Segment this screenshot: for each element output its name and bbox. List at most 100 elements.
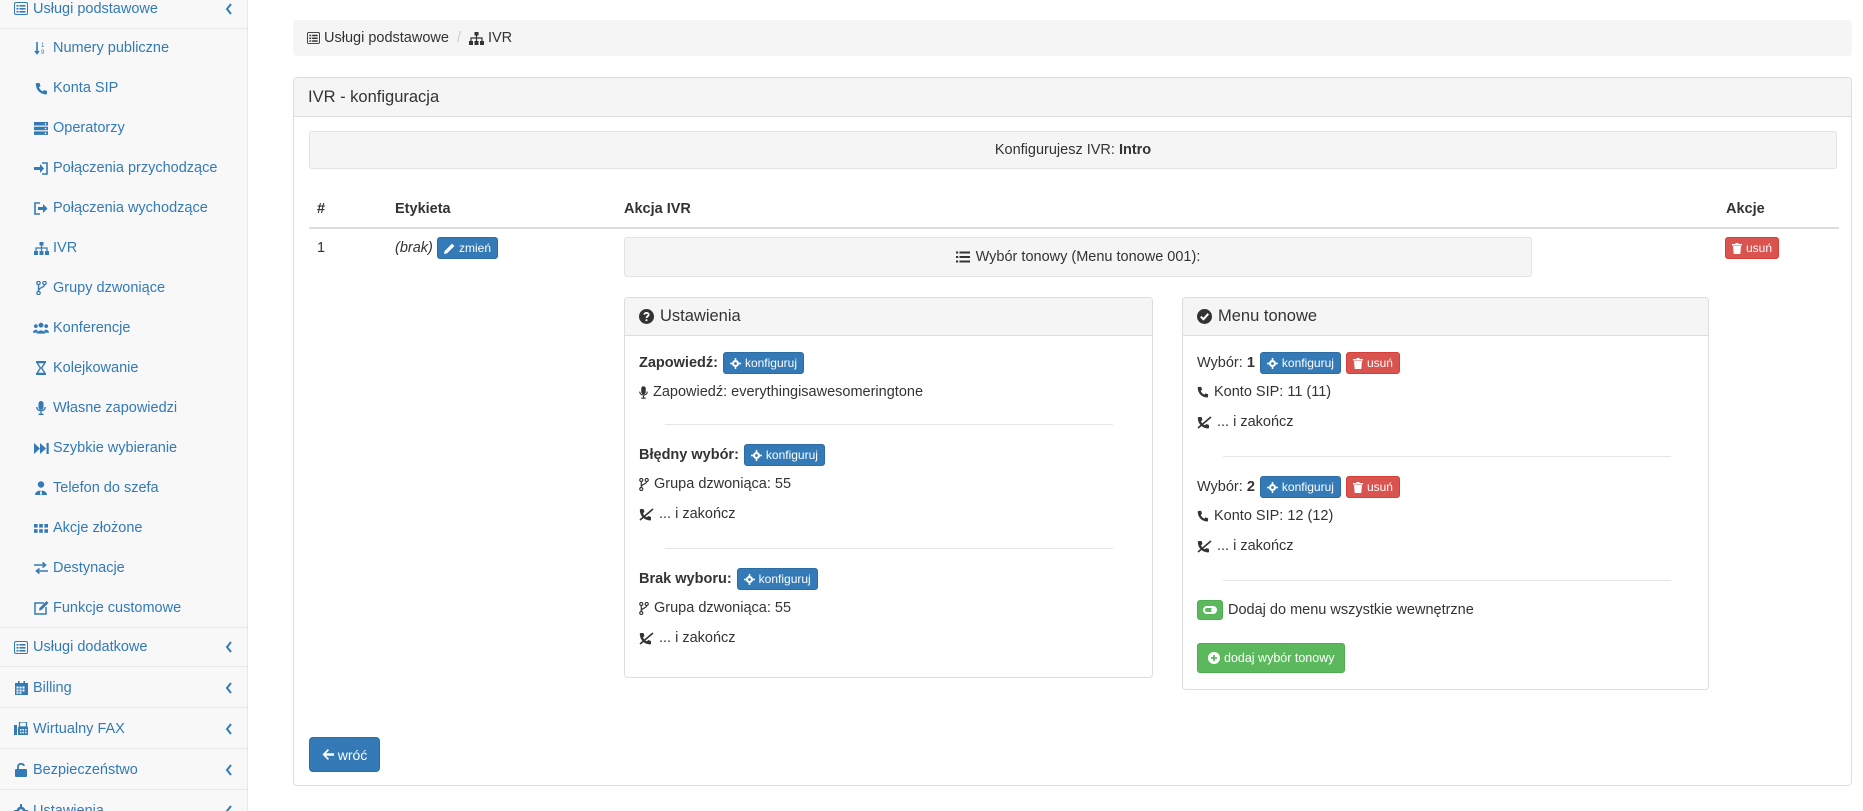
- no-choice-label: Brak wyboru:: [639, 571, 732, 587]
- tone-choice-2-end: ... i zakończ: [1217, 538, 1294, 554]
- cog-icon: [750, 449, 762, 461]
- add-all-internal-row: Dodaj do menu wszystkie wewnętrzne: [1197, 600, 1474, 620]
- add-tone-choice-button[interactable]: dodaj wybór tonowy: [1197, 643, 1346, 673]
- sidebar-group-label: Billing: [33, 679, 72, 696]
- choice-digit: 1: [1246, 355, 1255, 371]
- sidebar-item-label: Funkcje customowe: [53, 600, 182, 616]
- configure-announcement-button[interactable]: konfiguruj: [722, 352, 804, 374]
- unlock-icon: [13, 762, 29, 778]
- trash-icon: [1352, 481, 1363, 493]
- sidebar-group-label: Usługi podstawowe: [33, 0, 158, 17]
- chevron-left-icon: [225, 641, 233, 653]
- configure-no-choice-button[interactable]: konfiguruj: [736, 568, 818, 590]
- sidebar-item-kolejkowanie[interactable]: Kolejkowanie: [0, 348, 247, 388]
- sidebar-item-telefon-do-szefa[interactable]: Telefon do szefa: [0, 468, 247, 508]
- column-header-action: Akcja IVR: [624, 201, 691, 217]
- chevron-left-icon: [225, 2, 233, 15]
- cog-icon: [13, 803, 29, 811]
- tone-choice-1-end-row: ... i zakończ: [1197, 414, 1294, 430]
- add-tone-choice-button-text: dodaj wybór tonowy: [1224, 650, 1335, 665]
- phone-hangup-icon: [1197, 539, 1212, 553]
- question-circle-icon: [639, 309, 654, 324]
- phone-hangup-icon: [1197, 415, 1212, 429]
- check-circle-icon: [1197, 309, 1212, 324]
- configure-choice-2-button[interactable]: konfiguruj: [1259, 476, 1341, 498]
- sidebar-item-destynacje[interactable]: Destynacje: [0, 548, 247, 588]
- breadcrumb-separator: /: [456, 30, 461, 46]
- configure-button-text: konfiguruj: [765, 448, 818, 462]
- delete-choice-1-button[interactable]: usuń: [1345, 352, 1400, 374]
- delete-button-text: usuń: [1366, 356, 1393, 370]
- list-alt-icon: [307, 32, 320, 44]
- configure-wrong-choice-button[interactable]: konfiguruj: [743, 444, 825, 466]
- no-choice-row: Brak wyboru: konfiguruj: [639, 568, 818, 590]
- sitemap-icon: [33, 240, 49, 256]
- sidebar-item-konferencje[interactable]: Konferencje: [0, 308, 247, 348]
- cog-icon: [1266, 481, 1278, 493]
- sidebar-group-wirtualny-fax[interactable]: Wirtualny FAX: [0, 709, 247, 749]
- sidebar-item-polaczenia-wychodzace[interactable]: Połączenia wychodzące: [0, 188, 247, 228]
- svg-text:9: 9: [41, 50, 45, 55]
- sidebar-group-bezpieczenstwo[interactable]: Bezpieczeństwo: [0, 750, 247, 790]
- announcement-label: Zapowiedź:: [639, 355, 718, 371]
- list-icon: [955, 251, 970, 263]
- configure-choice-1-button[interactable]: konfiguruj: [1259, 352, 1341, 374]
- sign-in-icon: [33, 160, 49, 176]
- fast-forward-icon: [33, 440, 49, 456]
- sidebar: Usługi podstawowe 19 Numery publiczne Ko…: [0, 0, 248, 811]
- wrong-choice-row: Błędny wybór: konfiguruj: [639, 444, 825, 466]
- breadcrumb-item-uslugi-podstawowe[interactable]: Usługi podstawowe: [324, 30, 449, 46]
- sidebar-item-funkcje-customowe[interactable]: Funkcje customowe: [0, 588, 247, 628]
- sidebar-item-grupy-dzwoniace[interactable]: Grupy dzwoniące: [0, 268, 247, 308]
- tone-menu-panel-title: Menu tonowe: [1218, 307, 1318, 325]
- announcement-value-row: Zapowiedź: everythingisawesomeringtone: [639, 384, 923, 400]
- add-all-internal-toggle[interactable]: [1197, 600, 1223, 620]
- configure-button-text: konfiguruj: [744, 356, 797, 370]
- sidebar-item-polaczenia-przychodzace[interactable]: Połączenia przychodzące: [0, 148, 247, 188]
- code-fork-icon: [639, 601, 649, 615]
- sidebar-group-uslugi-podstawowe[interactable]: Usługi podstawowe: [0, 0, 247, 29]
- delete-row-button-text: usuń: [1746, 241, 1773, 255]
- sidebar-item-operatorzy[interactable]: Operatorzy: [0, 108, 247, 148]
- sidebar-group-ustawienia[interactable]: Ustawienia: [0, 791, 247, 811]
- sidebar-group-billing[interactable]: Billing: [0, 668, 247, 708]
- wrong-choice-target-row: Grupa dzwoniąca: 55: [639, 476, 791, 492]
- microphone-icon: [33, 400, 49, 416]
- choice-label: Wybór:: [1197, 355, 1243, 371]
- sidebar-item-akcje-zlozone[interactable]: Akcje złożone: [0, 508, 247, 548]
- ivr-action-title-bar: Wybór tonowy (Menu tonowe 001):: [624, 237, 1532, 277]
- sidebar-item-numery-publiczne[interactable]: 19 Numery publiczne: [0, 28, 247, 68]
- sidebar-item-ivr[interactable]: IVR: [0, 228, 247, 268]
- sidebar-item-szybkie-wybieranie[interactable]: Szybkie wybieranie: [0, 428, 247, 468]
- delete-row-button[interactable]: usuń: [1725, 237, 1780, 259]
- delete-choice-2-button[interactable]: usuń: [1345, 476, 1400, 498]
- sidebar-item-label: Konta SIP: [53, 80, 119, 96]
- cog-icon: [729, 357, 741, 369]
- delete-button-text: usuń: [1366, 480, 1393, 494]
- sidebar-item-label: Telefon do szefa: [53, 480, 159, 496]
- table-header-divider: [309, 227, 1839, 229]
- th-icon: [33, 520, 49, 536]
- panel-heading: IVR - konfiguracja: [294, 78, 1851, 117]
- column-header-label: Etykieta: [395, 201, 451, 217]
- sidebar-group-label: Usługi dodatkowe: [33, 639, 148, 655]
- no-choice-target-row: Grupa dzwoniąca: 55: [639, 600, 791, 616]
- back-button[interactable]: wróć: [309, 737, 380, 772]
- sign-out-icon: [33, 200, 49, 216]
- ivr-action-title: Wybór tonowy (Menu tonowe 001):: [975, 249, 1201, 265]
- phone-hangup-icon: [639, 507, 654, 521]
- back-button-text: wróć: [337, 746, 368, 763]
- users-icon: [33, 320, 49, 336]
- wrong-choice-end: ... i zakończ: [659, 506, 736, 522]
- code-fork-icon: [33, 280, 49, 296]
- microphone-icon: [639, 385, 648, 399]
- sidebar-item-wlasne-zapowiedzi[interactable]: Własne zapowiedzi: [0, 388, 247, 428]
- change-label-button[interactable]: zmień: [437, 237, 499, 259]
- chevron-left-icon: [225, 722, 233, 735]
- change-label-button-text: zmień: [459, 241, 492, 255]
- tone-choice-2-target: Konto SIP: 12 (12): [1214, 508, 1334, 524]
- sidebar-item-konta-sip[interactable]: Konta SIP: [0, 68, 247, 108]
- tone-choice-1-row: Wybór: 1 konfiguruj usuń: [1197, 352, 1400, 374]
- sidebar-group-label: Wirtualny FAX: [33, 720, 125, 737]
- sidebar-group-uslugi-dodatkowe[interactable]: Usługi dodatkowe: [0, 627, 247, 667]
